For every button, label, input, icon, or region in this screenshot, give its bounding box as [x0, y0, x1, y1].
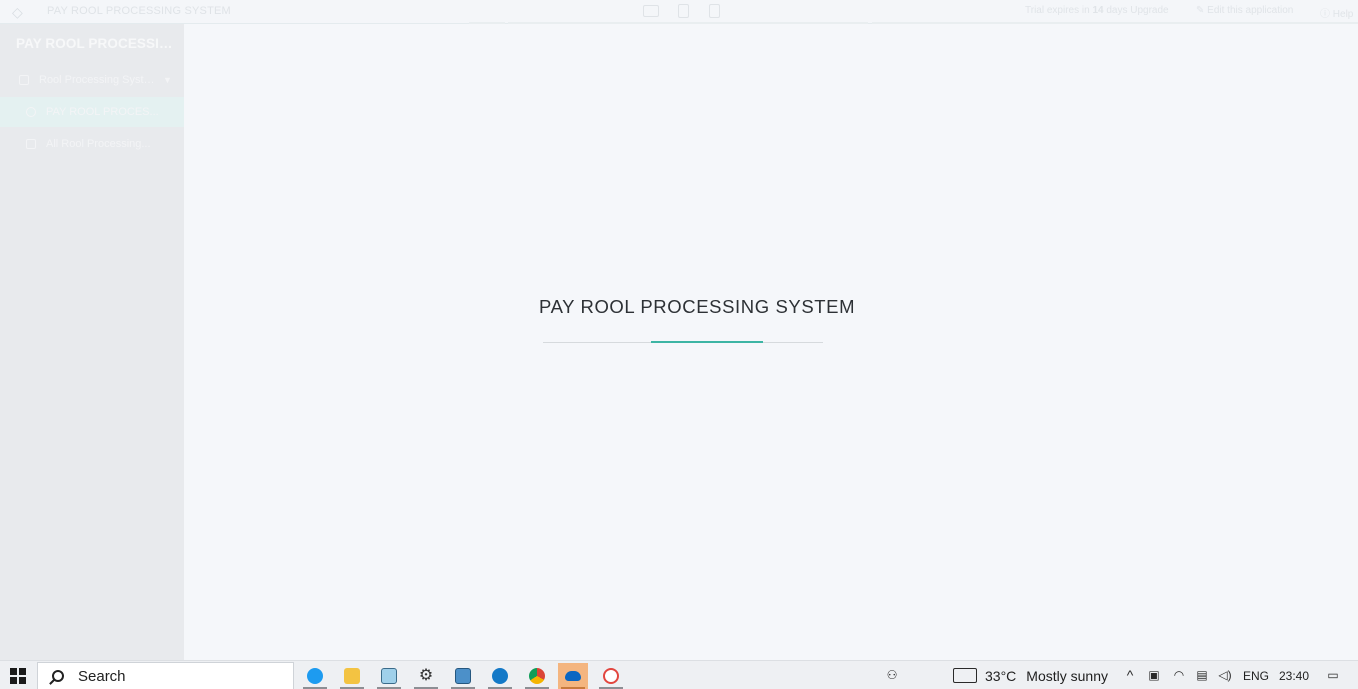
trial-notice[interactable]: Trial expires in 14 days Upgrade — [1025, 5, 1169, 16]
settings-icon[interactable]: ⚙ — [411, 663, 441, 689]
meet-now-icon[interactable]: ▣ — [1146, 668, 1162, 683]
chevron-up-icon[interactable]: ^ — [1122, 668, 1138, 683]
windows-taskbar: Search ⚙ ⚇ 33°C Mostly sunny ^ ▣ ◠ ▤ ◁) … — [0, 660, 1358, 689]
sidebar-item-label: Rool Processing Syste... — [39, 74, 157, 86]
edit-application-label: Edit this application — [1207, 5, 1294, 16]
clock[interactable]: 23:40 — [1279, 661, 1309, 689]
file-explorer-icon[interactable] — [337, 663, 367, 689]
desktop-view-icon[interactable] — [643, 5, 659, 17]
loading-title: PAY ROOL PROCESSING SYSTEM — [539, 296, 856, 317]
sidebar-item-all-rool-processing[interactable]: All Rool Processing... — [0, 129, 184, 159]
language-indicator[interactable]: ENG — [1243, 661, 1269, 689]
phone-view-icon[interactable] — [709, 4, 720, 18]
weather-widget[interactable]: 33°C Mostly sunny — [953, 661, 1108, 689]
wifi-icon[interactable]: ◠ — [1171, 668, 1187, 683]
trial-days: 14 — [1092, 5, 1104, 16]
paint-icon[interactable] — [596, 663, 626, 689]
edge-icon[interactable] — [485, 663, 515, 689]
dashboard-icon — [26, 107, 36, 117]
help-link[interactable]: ⓘ Help — [1320, 5, 1353, 20]
notepad-icon[interactable] — [374, 663, 404, 689]
sidebar-item-rool-processing-system[interactable]: Rool Processing Syste... ▼ — [0, 65, 184, 95]
app-logo-icon[interactable]: ◇ — [12, 4, 28, 20]
security-icon[interactable]: ▤ — [1194, 668, 1210, 683]
sidebar-brand[interactable]: PAY ROOL PROCESSIN... — [16, 36, 176, 51]
edit-application-link[interactable]: ✎ Edit this application — [1196, 5, 1293, 16]
search-icon — [52, 670, 64, 682]
twitter-icon[interactable] — [300, 663, 330, 689]
sidebar-item-label: PAY ROOL PROCES... — [46, 106, 159, 118]
taskbar-search-box[interactable]: Search — [37, 662, 294, 689]
control-panel-icon[interactable] — [448, 663, 478, 689]
table-icon — [26, 139, 36, 149]
windows-start-icon[interactable] — [10, 668, 26, 684]
sidebar-item-pay-rool-processing[interactable]: PAY ROOL PROCES... — [0, 97, 184, 127]
volume-icon[interactable]: ◁) — [1217, 668, 1233, 683]
sidebar: PAY ROOL PROCESSIN... Rool Processing Sy… — [0, 24, 184, 660]
tablet-view-icon[interactable] — [678, 4, 689, 18]
sidebar-item-label: All Rool Processing... — [46, 138, 151, 150]
news-icon — [953, 668, 977, 683]
people-icon[interactable]: ⚇ — [884, 668, 900, 683]
trial-suffix: days Upgrade — [1106, 5, 1169, 16]
onedrive-icon[interactable] — [558, 663, 588, 689]
weather-temp: 33°C — [985, 667, 1017, 684]
trial-prefix: Trial expires in — [1025, 5, 1090, 16]
help-label: Help — [1332, 9, 1354, 20]
search-label: Search — [78, 667, 126, 685]
loading-progress-fill — [651, 341, 763, 343]
app-topbar: ◇ PAY ROOL PROCESSING SYSTEM Trial expir… — [0, 0, 1358, 24]
notifications-icon[interactable]: ▭ — [1324, 668, 1342, 683]
loading-progress-bar — [543, 341, 823, 343]
chevron-down-icon[interactable]: ▼ — [163, 75, 172, 85]
language-label: ENG — [1243, 668, 1270, 683]
clock-time: 23:40 — [1279, 668, 1310, 683]
app-title: PAY ROOL PROCESSING SYSTEM — [47, 5, 231, 17]
chrome-icon[interactable] — [522, 663, 552, 689]
folder-icon — [19, 75, 29, 85]
weather-text: Mostly sunny — [1026, 667, 1108, 684]
main-content: PAY ROOL PROCESSING SYSTEM — [184, 24, 1358, 660]
